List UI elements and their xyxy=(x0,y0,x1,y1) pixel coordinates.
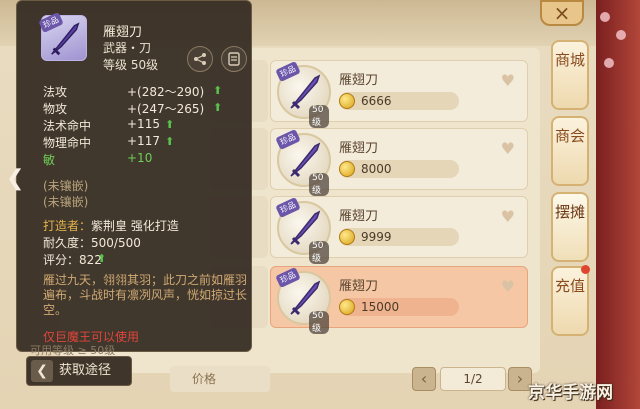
share-button[interactable] xyxy=(187,46,213,72)
stat-value: +(247～265) xyxy=(127,102,205,116)
up-arrow-icon: ⬆ xyxy=(97,252,107,265)
page-indicator: 1/2 xyxy=(440,367,506,391)
blossom-decoration xyxy=(600,12,610,22)
level-badge: 50级 xyxy=(309,173,329,196)
detail-button[interactable] xyxy=(221,46,247,72)
favorite-heart-icon[interactable]: ♥ xyxy=(501,277,515,296)
item-name: 雁翅刀 xyxy=(339,141,379,156)
maker-value: 紫荆皇 强化打造 xyxy=(91,219,179,233)
item-name: 雁翅刀 xyxy=(339,73,379,88)
tooltip-item-name: 雁翅刀 xyxy=(103,25,143,40)
item-tooltip: 珍品 雁翅刀 武器・刀 等级 50级 法攻 +(282～290) ⬆ 物攻 +(… xyxy=(16,0,252,352)
close-button[interactable]: × xyxy=(540,0,584,26)
coin-icon xyxy=(339,161,355,177)
item-thumbnail: 珍品 50级 xyxy=(275,128,331,196)
document-icon xyxy=(228,52,240,66)
maker-line: 打造者：紫荆皇 强化打造 xyxy=(43,217,179,234)
favorite-heart-icon[interactable]: ♥ xyxy=(501,207,515,226)
watermark: 京华手游网 xyxy=(528,383,613,403)
level-badge: 50级 xyxy=(309,241,329,264)
tooltip-item-type: 武器・刀 xyxy=(103,41,152,55)
item-thumbnail: 珍品 50级 xyxy=(275,60,331,128)
item-name: 雁翅刀 xyxy=(339,279,379,294)
up-arrow-icon: ⬆ xyxy=(213,84,223,97)
notification-dot xyxy=(581,265,590,274)
item-price: 6666 xyxy=(361,94,392,108)
stat-name: 法攻 xyxy=(43,85,68,99)
sort-label: 价格 xyxy=(192,372,217,386)
tab-guild-market[interactable]: 商会 xyxy=(551,116,589,186)
socket-status: (未镶嵌) xyxy=(43,179,89,193)
price-field: 8000 xyxy=(339,160,459,178)
price-field: 9999 xyxy=(339,228,459,246)
level-badge: 50级 xyxy=(309,105,329,128)
item-price: 15000 xyxy=(361,300,400,314)
stat-name: 敏 xyxy=(43,153,56,167)
prev-page-button[interactable]: ‹ xyxy=(412,367,436,391)
tab-label: 商会 xyxy=(554,127,585,145)
listing-row[interactable]: 珍品 50级 雁翅刀 6666 ♥ xyxy=(270,60,528,128)
favorite-heart-icon[interactable]: ♥ xyxy=(501,139,515,158)
up-arrow-icon: ⬆ xyxy=(165,135,175,148)
stat-value: +115 xyxy=(127,117,160,131)
price-field: 6666 xyxy=(339,92,459,110)
up-arrow-icon: ⬆ xyxy=(213,101,223,114)
right-border xyxy=(596,0,640,409)
tab-recharge[interactable]: 充值 xyxy=(551,265,590,336)
blossom-decoration xyxy=(604,58,614,68)
price-field: 15000 xyxy=(339,298,459,316)
coin-icon xyxy=(339,229,355,245)
share-icon xyxy=(194,53,206,65)
stat-value: +117 xyxy=(127,134,160,148)
socket-status: (未镶嵌) xyxy=(43,195,89,209)
item-price: 8000 xyxy=(361,162,392,176)
chevron-left-icon[interactable]: ❮ xyxy=(6,166,24,191)
listing-row[interactable]: 珍品 50级 雁翅刀 8000 ♥ xyxy=(270,128,528,196)
tooltip-item-level: 等级 50级 xyxy=(103,58,159,72)
maker-label: 打造者： xyxy=(43,219,92,233)
favorite-heart-icon[interactable]: ♥ xyxy=(501,71,515,90)
durability: 耐久度：500/500 xyxy=(43,236,141,250)
obtain-route-button[interactable]: ❮ 获取途径 xyxy=(26,356,132,386)
level-badge: 50级 xyxy=(309,311,329,334)
tab-label: 充值 xyxy=(554,277,585,295)
obtain-label: 获取途径 xyxy=(59,363,112,378)
coin-icon xyxy=(339,93,355,109)
item-price: 9999 xyxy=(361,230,392,244)
stat-name: 法术命中 xyxy=(43,119,92,133)
sword-icon xyxy=(51,22,80,56)
chevron-left-icon: ❮ xyxy=(31,360,53,382)
blossom-decoration xyxy=(616,30,626,40)
item-name: 雁翅刀 xyxy=(339,209,379,224)
stat-name: 物理命中 xyxy=(43,136,92,150)
tab-stall[interactable]: 摆摊 xyxy=(551,192,589,262)
score-line: 评分：822 xyxy=(43,251,102,268)
item-thumbnail: 珍品 50级 xyxy=(275,196,331,264)
tab-shop[interactable]: 商城 xyxy=(551,40,589,110)
tab-label: 摆摊 xyxy=(554,203,585,221)
listing-row[interactable]: 珍品 50级 雁翅刀 9999 ♥ xyxy=(270,196,528,264)
listing-row-selected[interactable]: 珍品 50级 雁翅刀 15000 ♥ xyxy=(270,266,528,334)
item-description: 雁过九天，翎翎其羽；此刀之前如雁羽遍布，斗战时有凛冽风声，恍如掠过长空。 xyxy=(43,273,248,317)
coin-icon xyxy=(339,299,355,315)
stat-value: +(282～290) xyxy=(127,85,205,99)
stat-value: +10 xyxy=(127,151,153,165)
sort-by-price-button[interactable]: 价格 xyxy=(170,366,270,392)
item-thumbnail: 珍品 50级 xyxy=(275,266,331,334)
stat-name: 物攻 xyxy=(43,102,68,116)
tooltip-item-icon: 珍品 xyxy=(38,11,87,61)
up-arrow-icon: ⬆ xyxy=(165,118,175,131)
tab-label: 商城 xyxy=(554,51,585,69)
score-label: 评分： xyxy=(43,253,80,267)
